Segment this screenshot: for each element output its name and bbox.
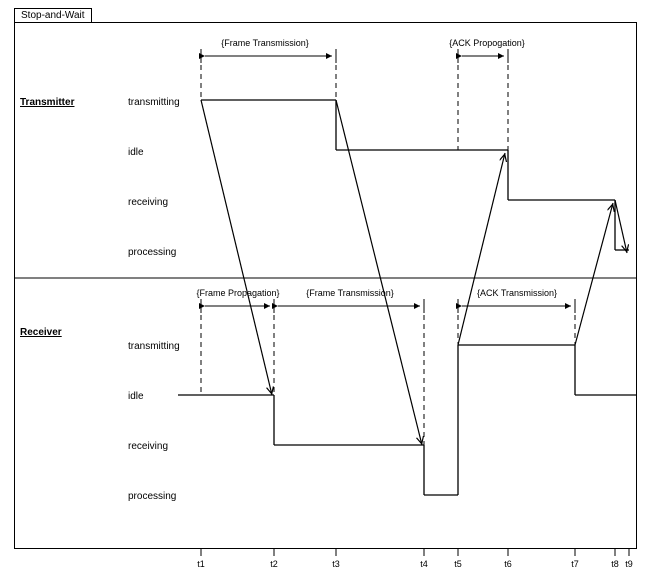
tick-t7: t7 — [571, 559, 579, 569]
tick-t3: t3 — [332, 559, 340, 569]
tick-t2: t2 — [270, 559, 278, 569]
annot-frame-tx-bottom: {Frame Transmission} — [306, 288, 394, 298]
tick-t8: t8 — [611, 559, 619, 569]
tick-t9: t9 — [625, 559, 633, 569]
diagram-canvas: Stop-and-Wait Transmitter transmitting i… — [0, 0, 651, 583]
state-tx-idle: idle — [128, 147, 144, 158]
tick-t5: t5 — [454, 559, 462, 569]
timing-svg: Transmitter transmitting idle receiving … — [0, 0, 651, 583]
state-rx-receiving: receiving — [128, 441, 168, 452]
frame-tab: Stop-and-Wait — [14, 8, 92, 22]
annot-frame-tx-top: {Frame Transmission} — [221, 38, 309, 48]
annot-ack-prop-top: {ACK Propogation} — [449, 38, 525, 48]
state-tx-processing: processing — [128, 247, 176, 258]
time-ticks: t1 t2 t3 t4 t5 t6 t7 t8 t9 — [197, 549, 633, 569]
state-rx-transmitting: transmitting — [128, 341, 180, 352]
state-rx-idle: idle — [128, 391, 144, 402]
tick-t1: t1 — [197, 559, 205, 569]
state-tx-receiving: receiving — [128, 197, 168, 208]
annot-frame-prop: {Frame Propagation} — [196, 288, 279, 298]
tick-t4: t4 — [420, 559, 428, 569]
role-transmitter: Transmitter — [20, 97, 75, 108]
tick-t6: t6 — [504, 559, 512, 569]
role-receiver: Receiver — [20, 327, 62, 338]
state-tx-transmitting: transmitting — [128, 97, 180, 108]
annot-ack-tx: {ACK Transmission} — [477, 288, 557, 298]
state-rx-processing: processing — [128, 491, 176, 502]
